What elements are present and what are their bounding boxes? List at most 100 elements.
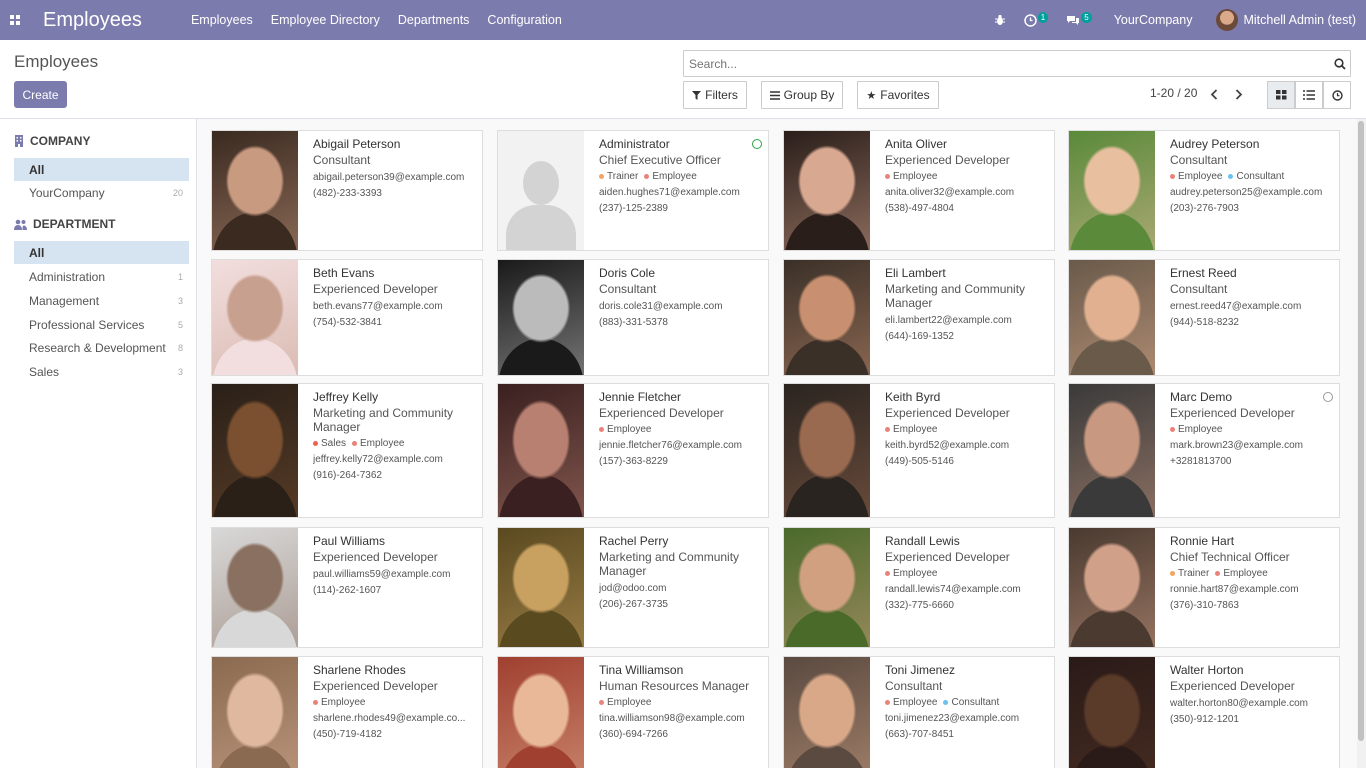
tag-color-dot [943,700,949,705]
employee-photo [498,384,584,517]
employee-card[interactable]: Beth Evans Experienced Developer beth.evan… [211,259,483,376]
employee-card[interactable]: Jeffrey Kelly Marketing and Community Mana… [211,383,483,518]
filters-button[interactable]: Filters [683,81,747,109]
employee-card[interactable]: Jennie Fletcher Experienced Developer Empl… [497,383,769,518]
search-bar [683,50,1351,77]
messages-chat-icon[interactable]: 5 [1057,0,1100,40]
apps-menu-icon[interactable] [0,0,30,40]
employee-phone: (350)-912-1201 [1170,714,1239,725]
user-menu[interactable]: Mitchell Admin (test) [1207,0,1366,40]
tag-color-dot [599,700,604,705]
employee-name: Toni Jimenez [885,663,956,677]
pager-previous-icon[interactable] [1204,84,1224,104]
employee-name: Jennie Fletcher [599,390,682,404]
employee-card[interactable]: Ernest Reed Consultant ernest.reed47@examp… [1068,259,1340,376]
employee-card[interactable]: Abigail Peterson Consultant abigail.peters… [211,130,483,251]
menu-item-employees[interactable]: Employees [182,0,262,40]
menu-item-configuration[interactable]: Configuration [478,0,570,40]
favorites-label: Favorites [880,88,930,102]
debug-bug-icon[interactable] [985,0,1015,40]
tag-color-dot [1170,571,1175,576]
sidebar-item-label: All [29,245,45,260]
search-icon[interactable] [1330,52,1350,76]
employee-photo [1069,384,1155,517]
employee-card[interactable]: Eli Lambert Marketing and Community Manage… [783,259,1055,376]
employee-info: Ernest Reed Consultant ernest.reed47@examp… [1155,260,1339,375]
employee-photo [498,528,584,647]
kanban-view-icon[interactable] [1267,81,1295,109]
employee-card[interactable]: Sharlene Rhodes Experienced Developer Empl… [211,656,483,768]
employee-card[interactable]: Toni Jimenez Consultant Employee Consultant… [783,656,1055,768]
employee-phone: (754)-532-3841 [313,317,382,328]
activity-view-icon[interactable] [1323,81,1351,109]
employee-card[interactable]: Tina Williamson Human Resources Manager Em… [497,656,769,768]
employee-tag: Employee [885,424,937,435]
employee-card[interactable]: Anita Oliver Experienced Developer Employe… [783,130,1055,251]
sidebar-item-yourcompany[interactable]: YourCompany 20 [14,181,189,204]
top-navbar: Employees Employees Employee Directory D… [0,0,1366,40]
employee-card[interactable]: Administrator Chief Executive Officer Trai… [497,130,769,251]
scrollbar-thumb[interactable] [1358,121,1364,741]
sidebar-item-management[interactable]: Management 3 [14,289,189,312]
search-input[interactable] [684,51,1330,76]
activity-clock-icon[interactable]: 1 [1015,0,1057,40]
employee-info: Paul Williams Experienced Developer paul.w… [298,528,482,647]
tag-label: Employee [1178,424,1223,435]
employee-card[interactable]: Keith Byrd Experienced Developer Employee k… [783,383,1055,518]
employee-name: Ronnie Hart [1170,534,1235,548]
app-title[interactable]: Employees [43,9,142,32]
employee-card[interactable]: Doris Cole Consultant doris.cole31@example… [497,259,769,376]
employee-job-title: Chief Executive Officer [599,153,721,167]
company-switcher[interactable]: YourCompany [1105,0,1202,40]
employee-job-title: Consultant [885,679,943,693]
tag-color-dot [352,441,358,446]
employee-name: Tina Williamson [599,663,684,677]
searchpanel-sidebar: COMPANY All YourCompany 20 DEPARTMENT Al… [0,119,197,768]
employee-name: Administrator [599,137,670,151]
department-header-label: DEPARTMENT [33,217,116,231]
group-by-button[interactable]: Group By [761,81,843,109]
employee-photo [212,657,298,768]
employee-name: Keith Byrd [885,390,941,404]
pager-value[interactable]: 1-20 / 20 [1150,86,1197,100]
employee-phone: +3281813700 [1170,456,1232,467]
employee-info: Administrator Chief Executive Officer Trai… [584,131,768,250]
employee-card[interactable]: Randall Lewis Experienced Developer Employ… [783,527,1055,648]
sidebar-item-company-all[interactable]: All [14,158,189,181]
create-button[interactable]: Create [14,81,67,108]
employee-card[interactable]: Ronnie Hart Chief Technical Officer Traine… [1068,527,1340,648]
employee-job-title-cont: Manager [885,296,933,310]
employee-card[interactable]: Walter Horton Experienced Developer walter… [1068,656,1340,768]
sidebar-item-administration[interactable]: Administration 1 [14,265,189,288]
sidebar-item-professional-services[interactable]: Professional Services 5 [14,313,189,336]
favorites-button[interactable]: ★ Favorites [857,81,939,109]
kanban-scrollbar[interactable] [1357,119,1366,768]
employee-email: jeffrey.kelly72@example.com [313,454,443,465]
tag-color-dot [1170,427,1175,432]
sidebar-item-research-development[interactable]: Research & Development 8 [14,336,189,359]
sidebar-item-count: 5 [177,319,183,330]
employee-card[interactable]: Paul Williams Experienced Developer paul.w… [211,527,483,648]
employee-tags: Employee [599,697,768,708]
employee-tag: Consultant [1228,171,1284,182]
employee-card[interactable]: Audrey Peterson Consultant Employee Consult… [1068,130,1340,251]
menu-item-employee-directory[interactable]: Employee Directory [262,0,389,40]
employee-phone: (449)-505-5146 [885,456,954,467]
sidebar-item-sales[interactable]: Sales 3 [14,360,189,383]
list-view-icon[interactable] [1295,81,1323,109]
employee-tags: Trainer Employee [1170,568,1339,579]
employee-phone: (450)-719-4182 [313,729,382,740]
menu-item-departments[interactable]: Departments [389,0,479,40]
placeholder-avatar-icon [498,131,584,250]
pager-next-icon[interactable] [1229,84,1249,104]
employee-card[interactable]: Rachel Perry Marketing and Community Manag… [497,527,769,648]
employee-photo [212,131,298,250]
employee-name: Rachel Perry [599,534,669,548]
employee-phone: (538)-497-4804 [885,203,954,214]
sidebar-item-department-all[interactable]: All [14,241,189,264]
employee-job-title: Experienced Developer [885,406,1010,420]
employee-info: Walter Horton Experienced Developer walter… [1155,657,1339,768]
presence-status-icon [752,139,762,149]
employee-card[interactable]: Marc Demo Experienced Developer Employee ma… [1068,383,1340,518]
employee-info: Sharlene Rhodes Experienced Developer Empl… [298,657,482,768]
